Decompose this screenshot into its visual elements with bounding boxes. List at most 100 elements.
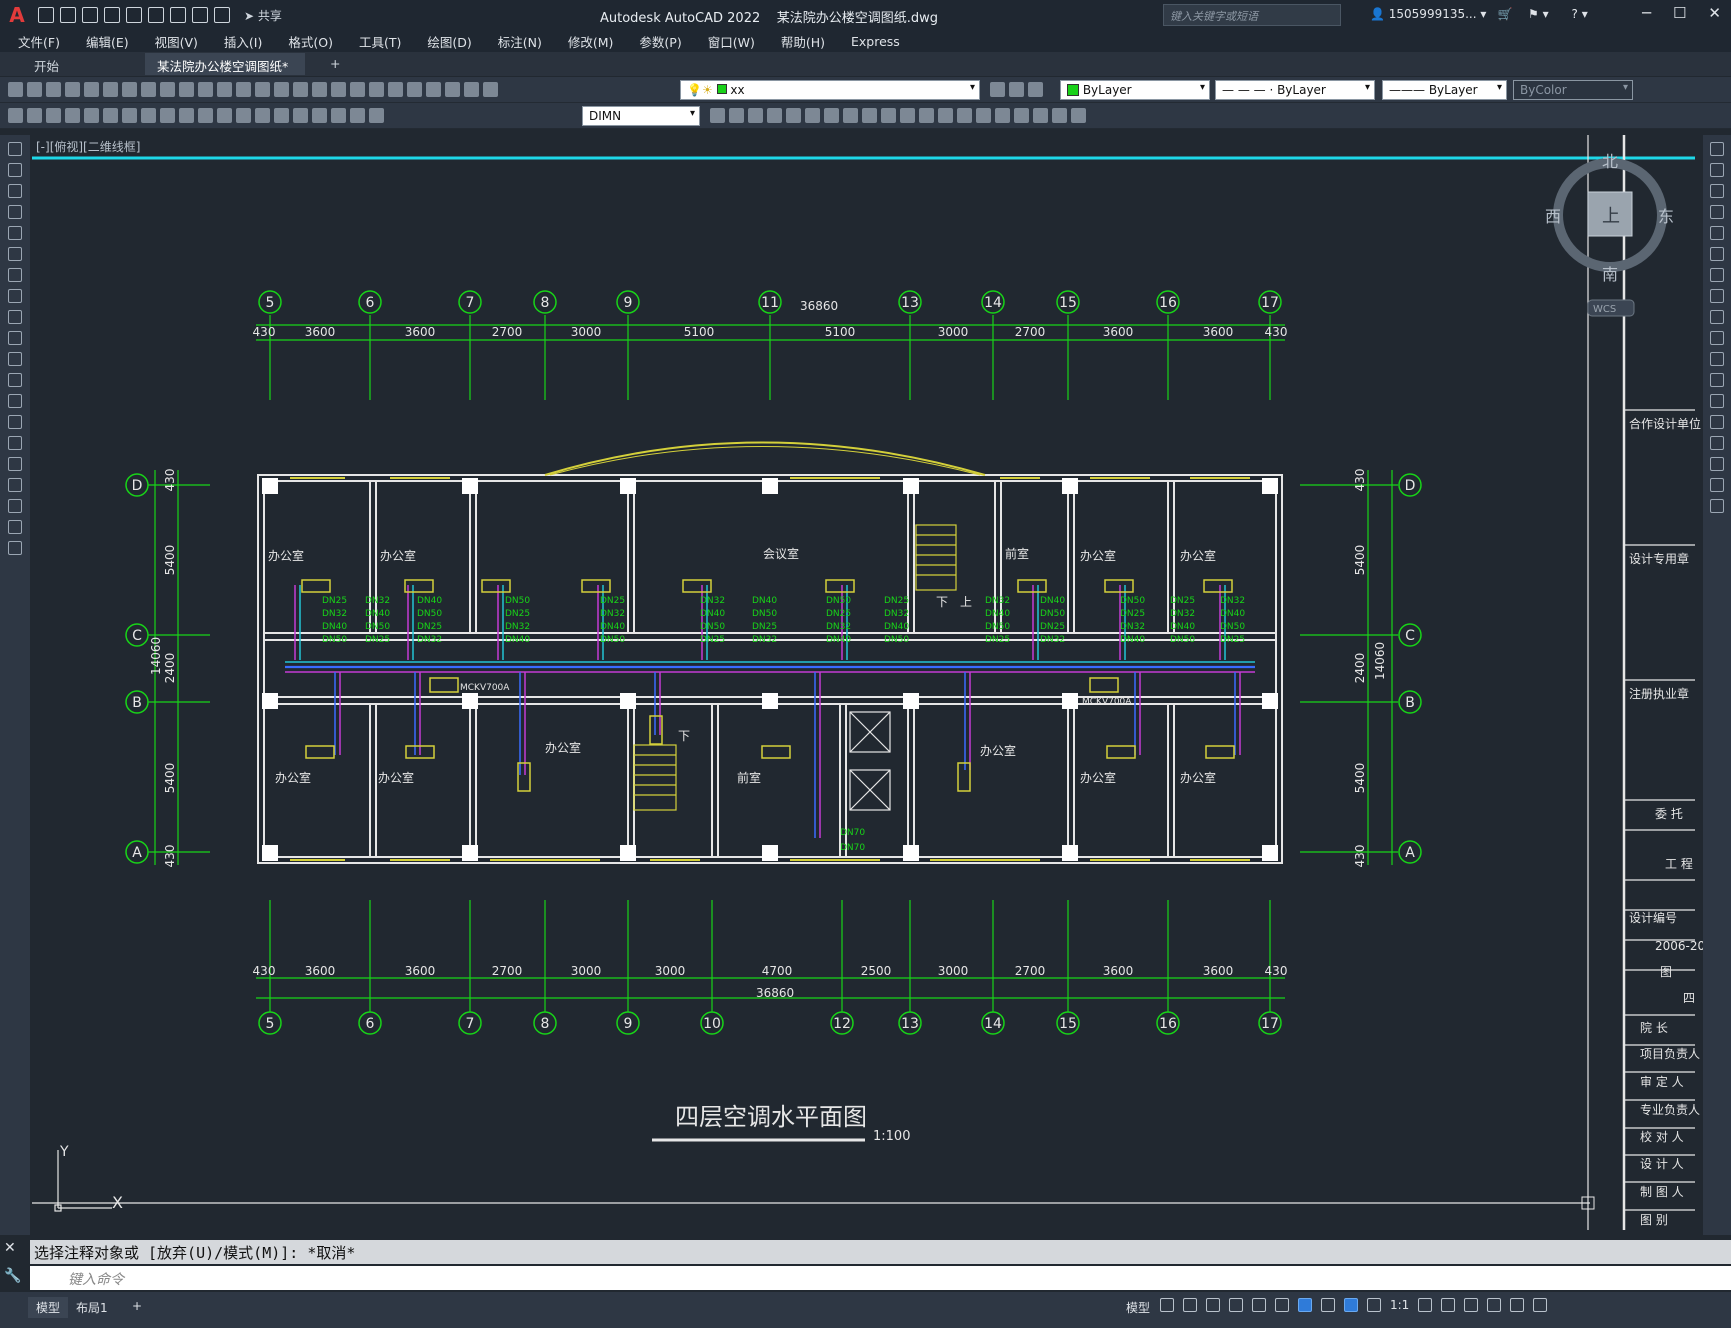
move-icon[interactable] [824, 108, 839, 123]
region-icon[interactable] [8, 478, 22, 492]
jogged-linear-icon[interactable] [312, 108, 327, 123]
tab-drawing[interactable]: 某法院办公楼空调图纸* ✕ [145, 53, 305, 90]
redo-icon[interactable] [214, 7, 230, 23]
plot-tool-icon[interactable] [65, 82, 80, 97]
compass-east[interactable]: 东 [1658, 207, 1674, 226]
snap-icon[interactable] [1183, 1298, 1197, 1312]
circle-icon[interactable] [8, 268, 22, 282]
plotstyle-dropdown[interactable]: ByColor ▾ [1513, 80, 1633, 100]
dim-aligned-icon[interactable] [27, 108, 42, 123]
open-web-icon[interactable] [126, 7, 142, 23]
construction-line-icon[interactable] [8, 163, 22, 177]
spline-icon[interactable] [8, 310, 22, 324]
open-file-icon[interactable] [60, 7, 76, 23]
undo-tool-icon[interactable] [236, 82, 251, 97]
paste-icon[interactable] [179, 82, 194, 97]
add-selected-icon[interactable] [8, 541, 22, 555]
zoom-window-icon[interactable] [312, 82, 327, 97]
plot-icon[interactable] [170, 7, 186, 23]
table-icon[interactable] [8, 499, 22, 513]
extend-icon[interactable] [919, 108, 934, 123]
menu-tools[interactable]: 工具(T) [359, 32, 401, 51]
save-icon[interactable] [82, 7, 98, 23]
hardware-accel-icon[interactable] [1487, 1298, 1502, 1312]
copy-side-icon[interactable] [1710, 163, 1724, 177]
fullscreen-icon[interactable] [1510, 1298, 1525, 1312]
dim-break-icon[interactable] [236, 108, 251, 123]
tolerance-icon[interactable] [255, 108, 270, 123]
revcloud-icon[interactable] [8, 289, 22, 303]
dim-ordinate-icon[interactable] [65, 108, 80, 123]
break-icon[interactable] [938, 108, 953, 123]
center-mark-icon[interactable] [274, 108, 289, 123]
dim-angular-icon[interactable] [141, 108, 156, 123]
close-icon[interactable]: ✕ [1708, 4, 1721, 22]
scale-icon[interactable] [862, 108, 877, 123]
ellipse-icon[interactable] [8, 331, 22, 345]
zoom-previous-icon[interactable] [331, 82, 346, 97]
dim-baseline-icon[interactable] [179, 108, 194, 123]
chamfer-side-icon[interactable] [1710, 436, 1724, 450]
isodraft-icon[interactable] [1252, 1298, 1266, 1312]
tab-start[interactable]: 开始 [22, 53, 71, 75]
fillet-icon[interactable] [995, 108, 1010, 123]
polyline-icon[interactable] [8, 184, 22, 198]
menu-window[interactable]: 窗口(W) [708, 32, 755, 51]
share-button[interactable]: ➤ 共享 [244, 7, 282, 24]
maximize-icon[interactable]: ☐ [1673, 4, 1686, 22]
menu-express[interactable]: Express [851, 34, 900, 49]
dimstyle-icon[interactable] [710, 108, 725, 123]
menu-draw[interactable]: 绘图(D) [427, 32, 471, 51]
menu-dimension[interactable]: 标注(N) [498, 32, 542, 51]
explode-icon[interactable] [1014, 108, 1029, 123]
help-icon[interactable] [464, 82, 479, 97]
layer-dropdown[interactable]: 💡☀ xx ▾ [680, 80, 980, 100]
erase-side-icon[interactable] [1710, 142, 1724, 156]
mirror-side-icon[interactable] [1710, 184, 1724, 198]
3dprint-icon[interactable] [122, 82, 137, 97]
offset-side-icon[interactable] [1710, 205, 1724, 219]
join-side-icon[interactable] [1710, 415, 1724, 429]
layer-properties-icon[interactable] [483, 82, 498, 97]
viewport-controls[interactable]: [-][俯视][二维线框] [36, 138, 140, 155]
menu-view[interactable]: 视图(V) [155, 32, 198, 51]
save-tool-icon[interactable] [46, 82, 61, 97]
stretch-icon[interactable] [881, 108, 896, 123]
command-input[interactable]: 键入命令 [30, 1266, 1731, 1290]
break-point-icon[interactable] [1710, 373, 1724, 387]
open-icon[interactable] [27, 82, 42, 97]
array-side-icon[interactable] [1710, 226, 1724, 240]
autocad-logo-icon[interactable]: A [0, 0, 34, 30]
annotation-visibility-icon[interactable] [1344, 1298, 1358, 1312]
menu-parametric[interactable]: 参数(P) [639, 32, 681, 51]
object-track-icon[interactable] [1275, 1298, 1289, 1312]
add-layout-button[interactable]: + [124, 1297, 150, 1315]
dim-space-icon[interactable] [217, 108, 232, 123]
annotation-scale[interactable]: 1:1 [1390, 1298, 1409, 1312]
drawing-canvas[interactable]: 合作设计单位 设计专用章 注册执业章 委 托 工 程 设计编号 2006-20 … [32, 135, 1705, 1235]
command-customize-icon[interactable]: 🔧 [4, 1268, 21, 1284]
offset-icon[interactable] [786, 108, 801, 123]
user-account[interactable]: 👤 1505999135... ▾ 🛒 ⚑ ▾ ? ▾ [1370, 7, 1588, 21]
make-current-icon[interactable] [990, 82, 1005, 97]
gradient-icon[interactable] [8, 457, 22, 471]
join-icon[interactable] [957, 108, 972, 123]
dim-continue-icon[interactable] [198, 108, 213, 123]
zoom-realtime-icon[interactable] [293, 82, 308, 97]
menu-help[interactable]: 帮助(H) [781, 32, 825, 51]
minimize-icon[interactable]: ─ [1642, 4, 1651, 22]
group-icon[interactable] [1071, 108, 1086, 123]
add-icon[interactable] [1441, 1298, 1456, 1312]
model-space-button[interactable]: 模型 [1118, 1297, 1158, 1318]
block-editor-icon[interactable] [217, 82, 232, 97]
blend-icon[interactable] [1710, 478, 1724, 492]
mtext-icon[interactable] [8, 520, 22, 534]
compass-west[interactable]: 西 [1545, 207, 1561, 226]
menu-modify[interactable]: 修改(M) [568, 32, 614, 51]
scale-side-icon[interactable] [1710, 289, 1724, 303]
publish-icon[interactable] [103, 82, 118, 97]
arc-icon[interactable] [8, 247, 22, 261]
menu-file[interactable]: 文件(F) [18, 32, 60, 51]
cut-icon[interactable] [141, 82, 156, 97]
osnap-icon[interactable] [1298, 1298, 1312, 1312]
